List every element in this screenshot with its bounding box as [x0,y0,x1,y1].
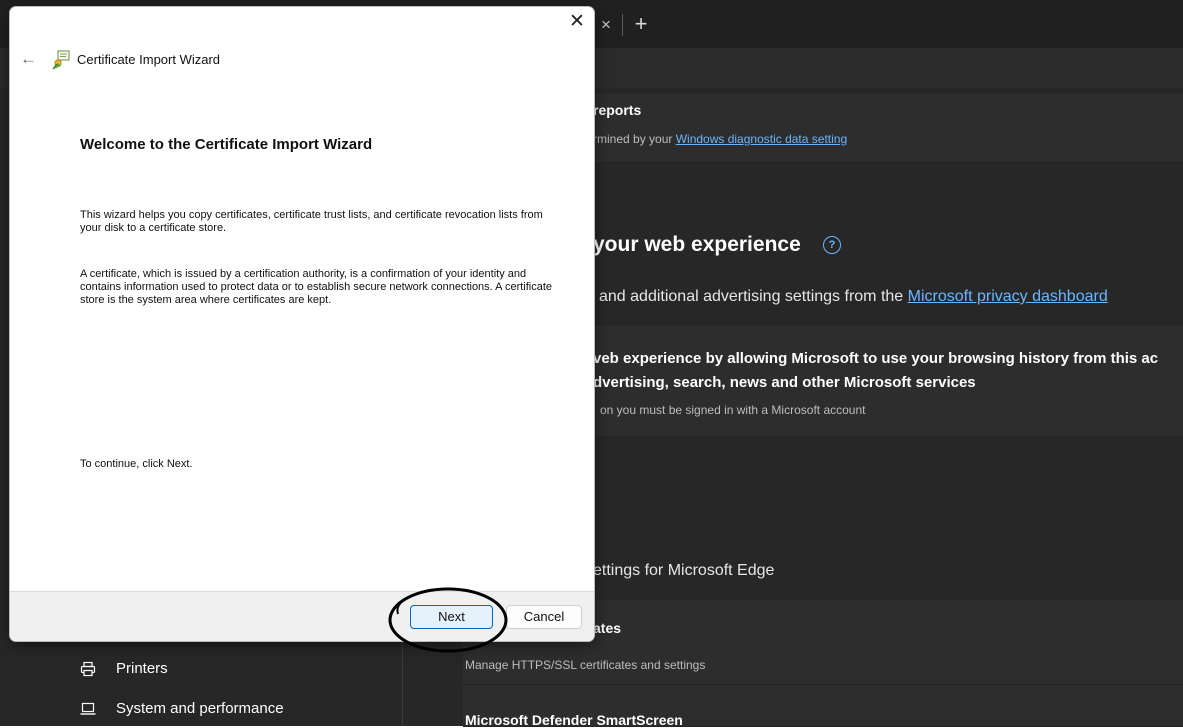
personalize-card-note: on you must be signed in with a Microsof… [600,403,866,417]
security-section-heading: ettings for Microsoft Edge [593,562,775,579]
certificates-card-description: Manage HTTPS/SSL certificates and settin… [465,658,706,672]
close-button[interactable]: ✕ [566,11,588,33]
certificates-card-title: ates [593,620,622,636]
laptop-icon [80,702,96,715]
diagnostic-desc-prefix: rmined by your [593,132,676,146]
tab-separator [622,14,623,36]
microsoft-privacy-dashboard-link[interactable]: Microsoft privacy dashboard [908,288,1108,305]
help-icon[interactable]: ? [823,236,841,254]
personalize-card-line2: dvertising, search, news and other Micro… [593,374,976,391]
next-button[interactable]: Next [410,605,493,629]
wizard-intro-paragraph: This wizard helps you copy certificates,… [80,209,543,234]
smartscreen-card[interactable]: Microsoft Defender SmartScreen [463,685,1183,728]
wizard-certificate-paragraph: A certificate, which is issued by a cert… [80,268,553,306]
back-arrow-icon[interactable]: ← [20,50,37,68]
sidebar-item-label: Printers [116,660,168,677]
windows-diagnostic-data-link[interactable]: Windows diagnostic data setting [676,132,847,146]
tab-close-button[interactable]: × [598,15,614,35]
cancel-button[interactable]: Cancel [506,605,582,629]
dialog-title: Certificate Import Wizard [77,52,221,67]
sidebar-item-label: System and performance [116,700,284,717]
certificate-import-wizard-dialog: ✕ ← Certificate Import Wizard Welcome to… [9,6,595,642]
certificate-wizard-icon [52,50,70,70]
wizard-continue-instruction: To continue, click Next. [80,458,193,470]
personalize-section-heading: your web experience [593,233,801,256]
diagnostic-card-description: rmined by your Windows diagnostic data s… [593,132,847,146]
personalize-card-line1: veb experience by allowing Microsoft to … [593,350,1159,367]
personalize-subtitle: and additional advertising settings from… [599,288,1108,306]
diagnostic-card-title: reports [593,102,642,118]
personalize-subtitle-prefix: and additional advertising settings from… [599,288,908,305]
new-tab-button[interactable]: + [630,12,652,36]
wizard-heading: Welcome to the Certificate Import Wizard [80,136,373,153]
printer-icon [80,661,96,677]
dialog-footer: Next Cancel [10,591,594,641]
